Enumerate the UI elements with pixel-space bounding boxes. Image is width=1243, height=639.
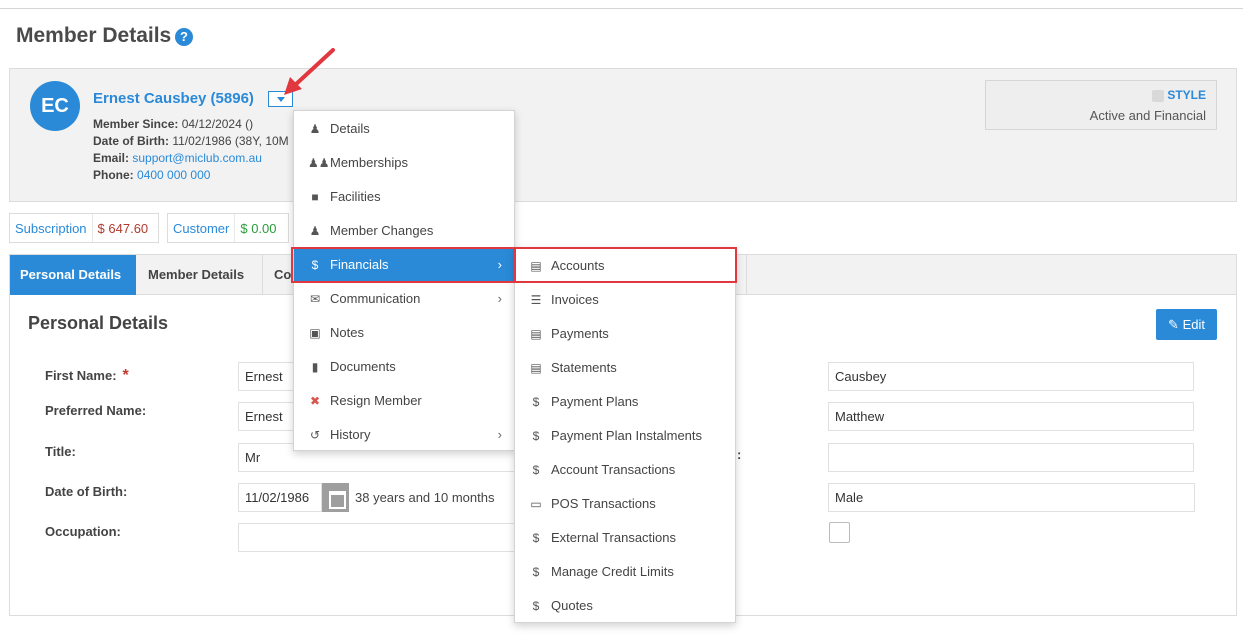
dollar-icon: $ [532,599,540,613]
annotation-arrow-icon [284,48,335,95]
age-text: 38 years and 10 months [355,490,495,505]
subscription-value: $ 647.60 [91,214,154,242]
preferred-name-label: Preferred Name: [45,403,147,418]
right-checkbox[interactable] [829,522,850,543]
occupation-input[interactable] [238,523,518,552]
submenu-item-payments[interactable]: ▤ Payments [515,317,735,351]
subscription-label: Subscription [15,220,87,236]
member-style-box: STYLE Active and Financial [985,80,1217,130]
dollar-icon: $ [532,429,540,443]
dob-input[interactable]: 11/02/1986 [238,483,322,512]
pencil-icon: ✎ [1168,317,1179,332]
tab-divider [262,255,263,295]
customer-label: Customer [173,220,230,236]
submenu-item-quotes[interactable]: $ Quotes [515,589,735,623]
submenu-item-account-transactions[interactable]: $ Account Transactions [515,453,735,487]
top-divider [0,8,1243,9]
menu-item-details[interactable]: ♟ Details [294,112,514,146]
dollar-icon: $ [532,395,540,409]
style-label: STYLE [1167,88,1206,102]
member-since-row: Member Since: 04/12/2024 () [93,117,253,131]
file-text-icon: ▤ [530,327,542,341]
file-text-icon: ▤ [530,361,542,375]
dob-label: Date of Birth: [93,134,169,148]
avatar: EC [30,81,80,131]
menu-item-resign-member[interactable]: ✖ Resign Member [294,384,514,418]
required-marker: * [122,367,129,384]
subscription-balance[interactable]: Subscription $ 647.60 [9,213,159,243]
phone-label: Phone: [93,168,134,182]
chevron-right-icon: › [497,291,502,306]
highlight-financials [291,247,515,283]
puzzle-icon: ■ [311,190,319,204]
menu-item-member-changes[interactable]: ♟ Member Changes [294,214,514,248]
history-icon: ↺ [309,428,321,442]
phone-link[interactable]: 0400 000 000 [137,168,210,182]
submenu-item-manage-credit-limits[interactable]: $ Manage Credit Limits [515,555,735,589]
customer-balance[interactable]: Customer $ 0.00 [167,213,289,243]
phone-row: Phone: 0400 000 000 [93,168,210,182]
submenu-item-pos-transactions[interactable]: ▭ POS Transactions [515,487,735,521]
right-field-label-fragment: : [737,447,742,462]
menu-item-documents[interactable]: ▮ Documents [294,350,514,384]
users-icon: ♟♟ [308,156,330,170]
dob-field-label: Date of Birth: [45,484,128,499]
submenu-item-statements[interactable]: ▤ Statements [515,351,735,385]
dollar-icon: $ [532,463,540,477]
occupation-label: Occupation: [45,524,121,539]
dollar-icon: $ [532,531,540,545]
right-blank-input[interactable] [828,443,1194,472]
page-title: Member Details [16,24,172,47]
menu-item-history[interactable]: ↺ History › [294,418,514,452]
tab-divider [746,255,747,295]
menu-item-memberships[interactable]: ♟♟ Memberships [294,146,514,180]
archive-icon: ▣ [309,326,321,340]
email-row: Email: support@miclub.com.au [93,151,262,165]
first-name-label: First Name: * [45,367,129,384]
submenu-item-payment-plans[interactable]: $ Payment Plans [515,385,735,419]
gender-select[interactable]: Male [828,483,1195,512]
member-header-panel: EC Ernest Causbey (5896) Member Since: 0… [9,68,1237,202]
submenu-item-payment-plan-instalments[interactable]: $ Payment Plan Instalments [515,419,735,453]
dob-value: 11/02/1986 (38Y, 10M [172,134,289,148]
style-color-swatch [1152,90,1164,102]
user-icon: ♟ [309,224,321,238]
menu-item-notes[interactable]: ▣ Notes [294,316,514,350]
member-name-link[interactable]: Ernest Causbey (5896) [93,90,254,107]
calendar-icon[interactable] [322,483,349,512]
member-since-value: 04/12/2024 () [181,117,254,131]
user-icon: ♟ [309,122,321,136]
dob-row: Date of Birth: 11/02/1986 (38Y, 10M [93,134,289,148]
tab-personal-details[interactable]: Personal Details [10,255,136,295]
envelope-icon: ✉ [309,292,321,306]
member-status: Active and Financial [1089,108,1206,123]
edit-label: Edit [1182,317,1205,332]
dollar-icon: $ [532,565,540,579]
submenu-item-invoices[interactable]: ☰ Invoices [515,283,735,317]
highlight-accounts [514,247,737,283]
email-link[interactable]: support@miclub.com.au [132,151,262,165]
times-circle-icon: ✖ [309,394,321,408]
edit-button[interactable]: ✎ Edit [1156,309,1217,340]
email-label: Email: [93,151,130,165]
middle-name-input[interactable]: Matthew [828,402,1194,431]
customer-value: $ 0.00 [234,214,281,242]
chevron-right-icon: › [497,427,502,442]
question-circle-icon[interactable]: ? [175,28,193,46]
monitor-icon: ▭ [530,497,542,511]
tab-member-details[interactable]: Member Details [138,255,254,295]
financials-submenu: ▤ Accounts ☰ Invoices ▤ Payments ▤ Statement… [514,247,736,623]
list-icon: ☰ [530,293,542,307]
submenu-item-external-transactions[interactable]: $ External Transactions [515,521,735,555]
section-title: Personal Details [28,313,169,333]
menu-item-communication[interactable]: ✉ Communication › [294,282,514,316]
file-icon: ▮ [311,360,319,374]
title-label: Title: [45,444,76,459]
surname-input[interactable]: Causbey [828,362,1194,391]
member-since-label: Member Since: [93,117,179,131]
menu-item-facilities[interactable]: ■ Facilities [294,180,514,214]
